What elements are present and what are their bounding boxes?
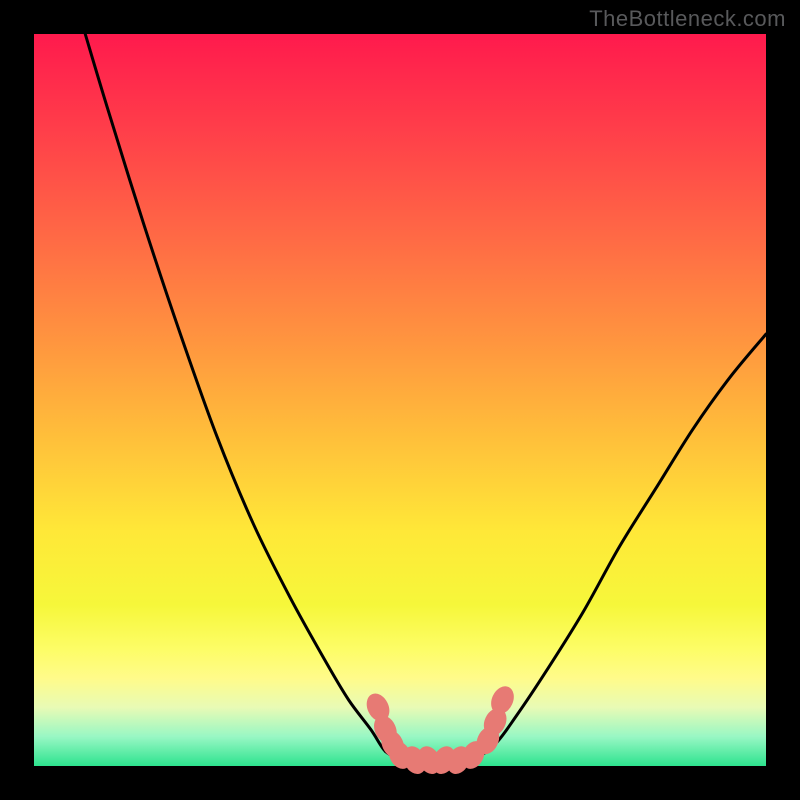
series-left-branch (85, 34, 400, 759)
bottleneck-curve (85, 34, 766, 763)
chart-svg (34, 34, 766, 766)
chart-frame: TheBottleneck.com (0, 0, 800, 800)
series-right-branch (473, 334, 766, 759)
marker-layer (363, 683, 517, 777)
watermark-text: TheBottleneck.com (589, 6, 786, 32)
plot-area (34, 34, 766, 766)
